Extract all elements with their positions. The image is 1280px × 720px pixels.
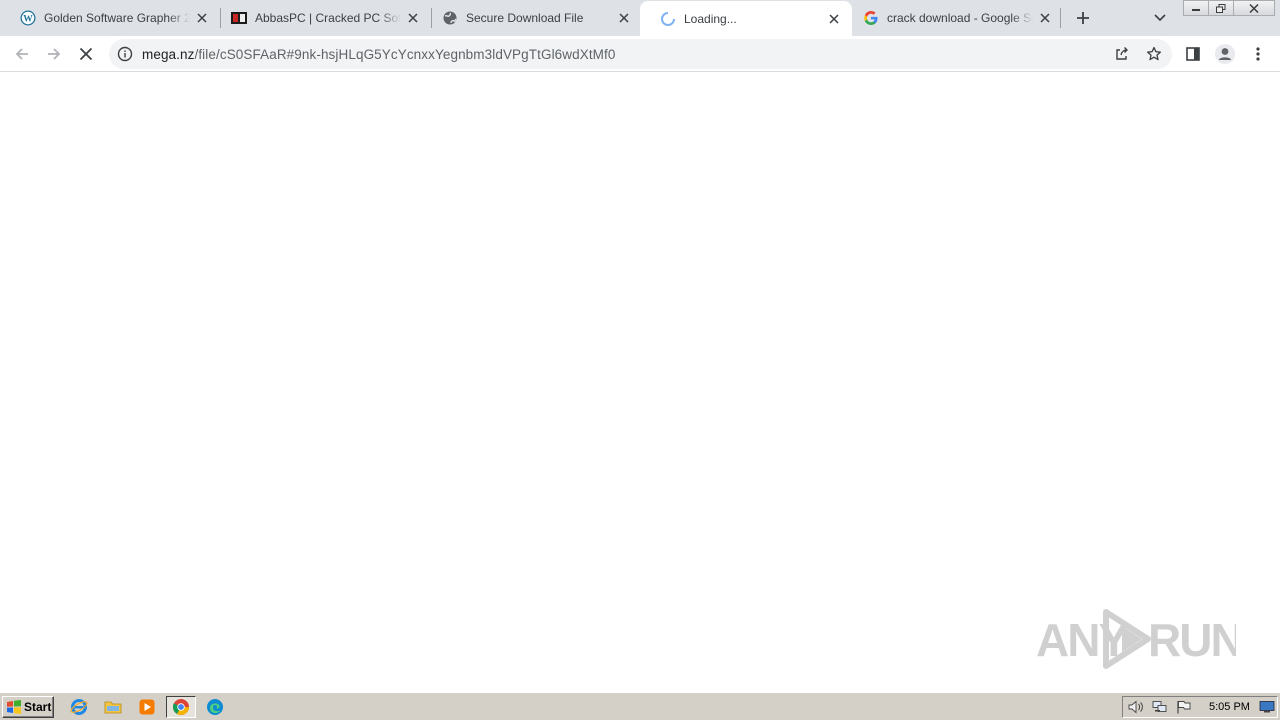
tab-title: crack download - Google Search [887, 11, 1033, 25]
back-button[interactable] [8, 40, 36, 68]
file-explorer-icon[interactable] [101, 696, 125, 718]
site-info-icon[interactable] [117, 46, 133, 62]
address-bar[interactable]: mega.nz/file/cS0SFAaR#9nk-hsjHLqG5YcYcnx… [109, 39, 1172, 69]
tab-golden-software[interactable]: W Golden Software Grapher 22.1 [0, 0, 220, 36]
restore-icon [1216, 3, 1226, 13]
stop-loading-button[interactable] [72, 40, 100, 68]
url-host: mega.nz [142, 47, 195, 62]
volume-icon[interactable] [1127, 699, 1145, 715]
tab-title: Loading... [684, 11, 737, 26]
minimize-icon [1192, 9, 1200, 11]
chevron-down-icon [1154, 14, 1166, 22]
close-window-button[interactable] [1233, 0, 1275, 16]
media-player-icon[interactable] [135, 696, 159, 718]
restore-button[interactable] [1208, 0, 1234, 16]
close-icon [1249, 3, 1259, 13]
tab-separator [1060, 8, 1061, 28]
share-icon[interactable] [1112, 44, 1132, 64]
kebab-menu-icon [1256, 47, 1260, 61]
abbaspc-icon [231, 10, 247, 26]
globe-icon [442, 10, 458, 26]
avatar-icon [1215, 44, 1235, 64]
close-tab-icon[interactable] [826, 11, 842, 27]
tab-secure-download[interactable]: Secure Download File [422, 0, 642, 36]
bookmark-star-icon[interactable] [1144, 44, 1164, 64]
show-desktop-icon[interactable] [1259, 699, 1275, 715]
arrow-left-icon [15, 48, 28, 60]
chrome-icon[interactable] [166, 696, 196, 718]
start-button[interactable]: Start [2, 696, 54, 718]
taskbar-clock[interactable]: 5:05 PM [1209, 701, 1250, 713]
menu-button[interactable] [1244, 40, 1272, 68]
side-panel-icon [1186, 47, 1200, 61]
network-icon[interactable] [1151, 699, 1169, 715]
anyrun-watermark: ANY RUN [1036, 608, 1244, 670]
loading-spinner-icon [660, 11, 676, 27]
wordpress-icon: W [20, 10, 36, 26]
minimize-button[interactable] [1183, 0, 1209, 16]
url-text[interactable]: mega.nz/file/cS0SFAaR#9nk-hsjHLqG5YcYcnx… [142, 47, 616, 62]
close-icon [79, 47, 93, 61]
google-icon [863, 10, 879, 26]
tab-strip: W Golden Software Grapher 22.1 AbbasPC |… [0, 0, 1280, 36]
browser-toolbar: mega.nz/file/cS0SFAaR#9nk-hsjHLqG5YcYcnx… [0, 36, 1280, 72]
close-tab-icon[interactable] [194, 10, 210, 26]
tab-title: Golden Software Grapher 22.1 [44, 11, 190, 25]
system-tray: 5:05 PM [1122, 696, 1278, 718]
tab-search-button[interactable] [1150, 8, 1170, 28]
close-tab-icon[interactable] [616, 10, 632, 26]
edge-icon[interactable] [203, 696, 227, 718]
svg-text:RUN: RUN [1148, 614, 1236, 666]
forward-button[interactable] [40, 40, 68, 68]
url-path: /file/cS0SFAaR#9nk-hsjHLqG5YcYcnxxYegnbm… [194, 47, 616, 62]
action-center-flag-icon[interactable] [1175, 699, 1193, 715]
windows-logo-icon [7, 700, 21, 714]
tab-title: AbbasPC | Cracked PC Software [255, 11, 401, 25]
start-label: Start [24, 700, 52, 714]
tab-abbaspc[interactable]: AbbasPC | Cracked PC Software [211, 0, 431, 36]
new-tab-button[interactable] [1070, 5, 1096, 31]
tab-google-search[interactable]: crack download - Google Search [843, 0, 1063, 36]
svg-text:W: W [23, 15, 33, 25]
close-tab-icon[interactable] [1037, 10, 1053, 26]
window-controls [1183, 0, 1275, 18]
internet-explorer-icon[interactable] [67, 696, 91, 718]
arrow-right-icon [48, 48, 61, 60]
tab-loading-active[interactable]: Loading... [640, 1, 852, 36]
plus-icon [1077, 12, 1089, 24]
side-panel-button[interactable] [1179, 40, 1207, 68]
tab-title: Secure Download File [466, 11, 584, 25]
close-tab-icon[interactable] [405, 10, 421, 26]
windows-taskbar: Start 5:05 PM [0, 692, 1280, 720]
page-content-blank [0, 72, 1280, 692]
profile-button[interactable] [1211, 40, 1239, 68]
